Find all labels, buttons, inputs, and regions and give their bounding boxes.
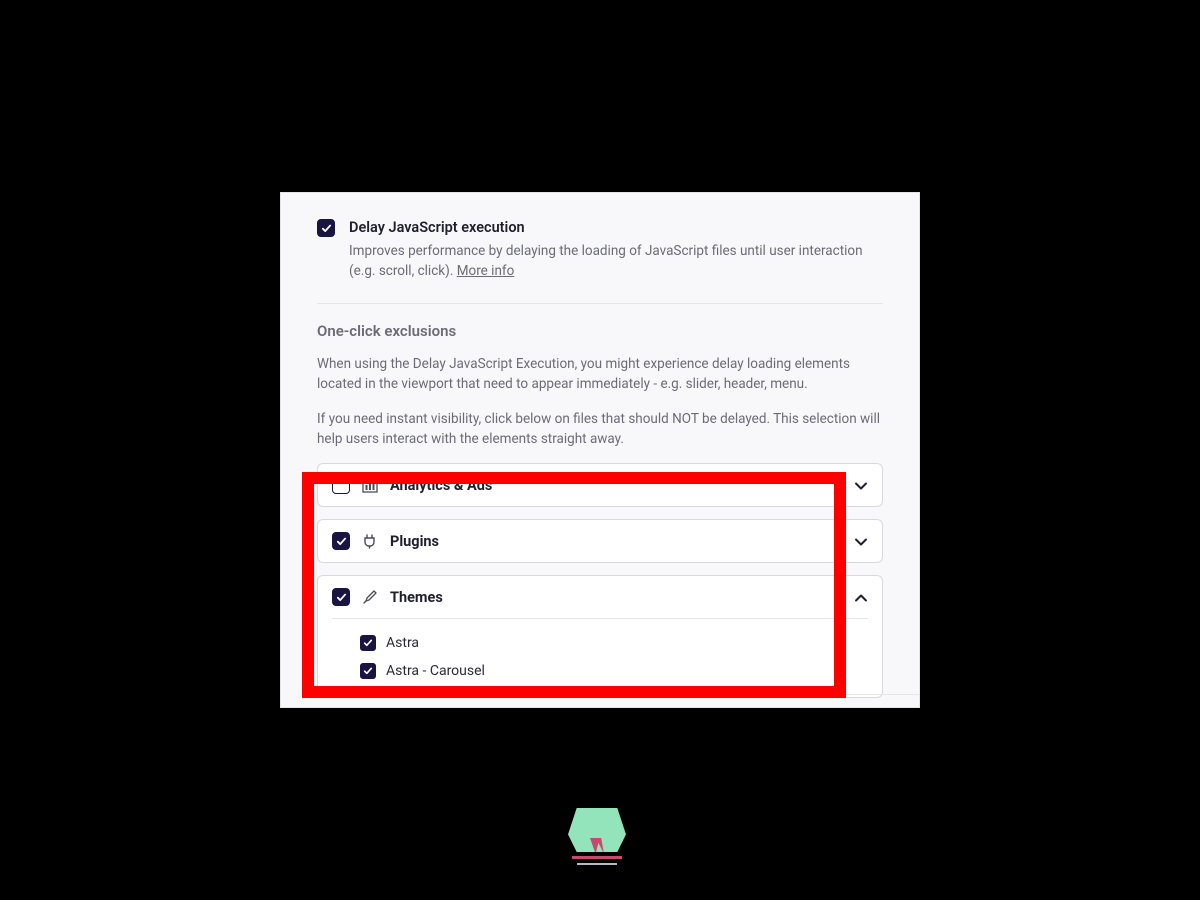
exclusions-description-1: When using the Delay JavaScript Executio… xyxy=(317,354,883,395)
themes-label: Themes xyxy=(390,589,842,606)
exclusion-group-analytics-header[interactable]: Analytics & Ads xyxy=(318,464,882,506)
analytics-checkbox[interactable] xyxy=(332,476,350,494)
checkmark-icon xyxy=(336,592,347,603)
checkmark-icon xyxy=(363,638,373,648)
chevron-down-icon xyxy=(854,478,868,492)
paintbrush-icon xyxy=(362,589,378,605)
divider xyxy=(597,694,919,695)
option-text: Delay JavaScript execution Improves perf… xyxy=(349,219,883,281)
checkmark-icon xyxy=(363,666,373,676)
theme-item-label: Astra xyxy=(386,635,419,651)
exclusion-group-analytics: Analytics & Ads xyxy=(317,463,883,507)
theme-item-astra[interactable]: Astra xyxy=(360,629,868,657)
checkmark-icon xyxy=(321,223,332,234)
exclusion-group-themes-header[interactable]: Themes xyxy=(318,576,882,618)
plugins-checkbox[interactable] xyxy=(332,532,350,550)
plug-icon xyxy=(362,533,378,549)
delay-js-checkbox[interactable] xyxy=(317,219,335,237)
more-info-link[interactable]: More info xyxy=(457,263,515,279)
analytics-label: Analytics & Ads xyxy=(390,477,842,494)
exclusions-heading: One-click exclusions xyxy=(317,322,883,340)
option-description: Improves performance by delaying the loa… xyxy=(349,242,883,281)
settings-panel: Delay JavaScript execution Improves perf… xyxy=(280,192,920,708)
themes-items: Astra Astra - Carousel xyxy=(332,618,868,697)
plugins-label: Plugins xyxy=(390,533,842,550)
chart-icon xyxy=(362,477,378,493)
checkmark-icon xyxy=(336,536,347,547)
panel-inner: Delay JavaScript execution Improves perf… xyxy=(281,193,919,708)
option-title: Delay JavaScript execution xyxy=(349,219,883,236)
option-delay-js: Delay JavaScript execution Improves perf… xyxy=(317,213,883,281)
exclusion-group-themes: Themes Astra Astra - Carousel xyxy=(317,575,883,698)
divider xyxy=(317,303,883,304)
chevron-up-icon xyxy=(854,590,868,604)
exclusion-group-plugins: Plugins xyxy=(317,519,883,563)
themes-checkbox[interactable] xyxy=(332,588,350,606)
theme-item-astra-carousel[interactable]: Astra - Carousel xyxy=(360,657,868,685)
chevron-down-icon xyxy=(854,534,868,548)
theme-astra-checkbox[interactable] xyxy=(360,635,376,651)
watermark-logo xyxy=(566,808,628,865)
theme-astra-carousel-checkbox[interactable] xyxy=(360,663,376,679)
exclusions-description-2: If you need instant visibility, click be… xyxy=(317,409,883,450)
theme-item-label: Astra - Carousel xyxy=(386,663,485,679)
exclusion-group-plugins-header[interactable]: Plugins xyxy=(318,520,882,562)
